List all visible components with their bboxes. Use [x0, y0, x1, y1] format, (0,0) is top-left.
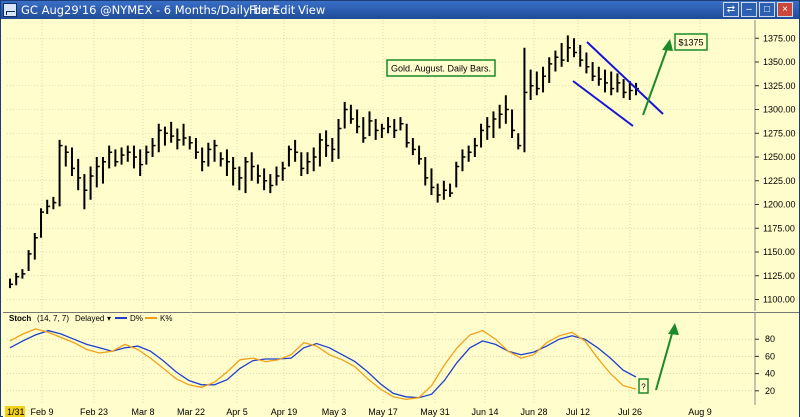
stoch-tick-label: 80 [765, 334, 775, 344]
question-label: ? [641, 383, 646, 392]
link-button[interactable]: ⇄ [723, 2, 739, 17]
time-label: Feb 9 [30, 407, 53, 417]
price-tick-label: 1300.00 [763, 105, 796, 115]
stoch-name: Stoch [9, 314, 31, 323]
title-bar[interactable]: GC Aug29'16 @NYMEX - 6 Months/Daily bars… [1, 1, 799, 19]
time-axis-bg [3, 405, 799, 417]
price-tick-label: 1375.00 [763, 33, 796, 43]
price-chart[interactable]: 1100.00 1125.00 1150.00 1175.00 1200.00 1225.… [3, 20, 799, 311]
time-label: 1/31 [7, 407, 25, 417]
price-tick-label: 1175.00 [763, 223, 795, 233]
k-legend-label: K% [160, 314, 172, 323]
menu-file[interactable]: File [249, 3, 268, 17]
time-label: Jun 14 [471, 407, 498, 417]
stoch-tick-label: 20 [765, 386, 775, 396]
stoch-tick-label: 40 [765, 369, 775, 379]
time-label: Jul 26 [618, 407, 642, 417]
stoch-tick-label: 60 [765, 351, 775, 361]
time-label: Aug 9 [688, 407, 712, 417]
stoch-options-icon[interactable]: ▾ [107, 314, 111, 323]
price-tick-label: 1325.00 [763, 81, 796, 91]
gold-label: Gold. August. Daily Bars. [391, 64, 491, 74]
time-label: Mar 22 [177, 407, 205, 417]
price-tick-label: 1225.00 [763, 176, 796, 186]
time-axis: 1/31 Feb 9 Feb 23 Mar 8 Mar 22 Apr 5 Apr 19 May… [3, 405, 799, 417]
maximize-button[interactable]: □ [759, 2, 775, 17]
price-tick-label: 1150.00 [763, 247, 795, 257]
price-tick-label: 1250.00 [763, 152, 796, 162]
close-button[interactable]: × [777, 2, 793, 17]
time-label: Mar 8 [131, 407, 154, 417]
stoch-params: (14, 7, 7) [37, 314, 69, 323]
target-price-label: $1375 [678, 38, 703, 48]
price-tick-label: 1275.00 [763, 128, 796, 138]
chart-app-icon [3, 3, 17, 17]
d-legend-label: D% [130, 314, 143, 323]
window-title: GC Aug29'16 @NYMEX - 6 Months/Daily bars [21, 3, 279, 17]
time-label: Apr 5 [226, 407, 248, 417]
price-tick-label: 1125.00 [763, 271, 795, 281]
time-label: Apr 19 [271, 407, 298, 417]
time-label: May 31 [420, 407, 450, 417]
menu-edit[interactable]: Edit [273, 3, 295, 17]
minimize-button[interactable]: – [741, 2, 757, 17]
time-label: Jul 12 [566, 407, 590, 417]
time-label: Jun 28 [520, 407, 547, 417]
menu-view[interactable]: View [298, 3, 325, 17]
time-label: Feb 23 [80, 407, 108, 417]
time-label: May 3 [322, 407, 347, 417]
stoch-mode: Delayed [75, 314, 104, 323]
chart-window: GC Aug29'16 @NYMEX - 6 Months/Daily bars… [0, 0, 800, 417]
price-tick-label: 1350.00 [763, 57, 796, 67]
price-tick-label: 1100.00 [763, 295, 795, 305]
time-label: May 17 [368, 407, 398, 417]
stoch-chart[interactable]: 20 40 60 80 Stoch (14, 7, 7) Delayed ▾ D% K… [3, 312, 799, 405]
price-tick-label: 1200.00 [763, 200, 796, 210]
